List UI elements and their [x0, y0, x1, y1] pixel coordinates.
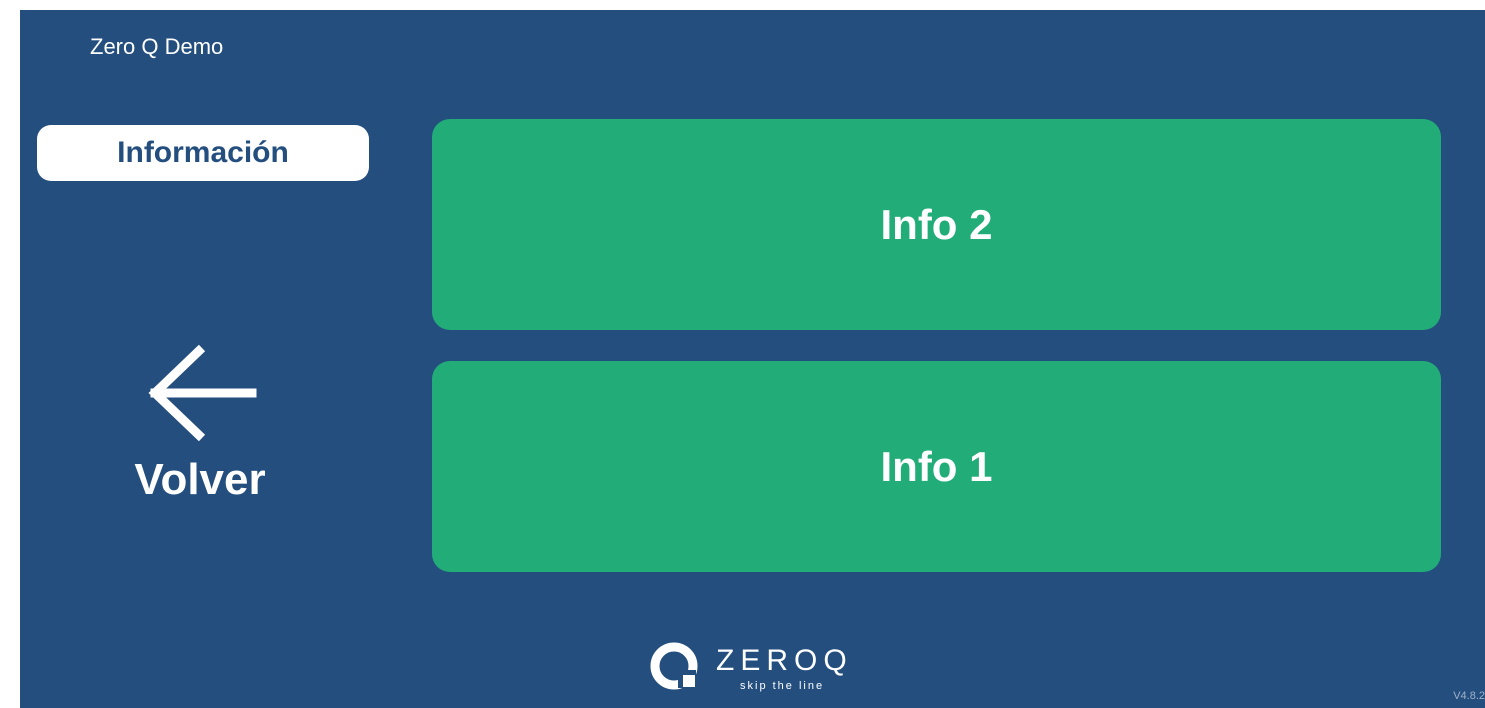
- section-tab-informacion: Información: [37, 125, 369, 181]
- info-2-button-label: Info 2: [880, 200, 993, 248]
- info-1-button-label: Info 1: [880, 442, 993, 490]
- info-2-button[interactable]: Info 2: [432, 119, 1441, 330]
- info-1-button[interactable]: Info 1: [432, 361, 1441, 572]
- version-label: V4.8.2: [1453, 690, 1485, 702]
- brand-name: ZEROQ: [716, 644, 853, 677]
- zeroq-logo-icon: [650, 642, 698, 690]
- kiosk-screen: Zero Q Demo Información Volver Info 2 In…: [20, 10, 1485, 708]
- brand-tagline: skip the line: [740, 680, 825, 692]
- back-button[interactable]: Volver: [100, 335, 300, 525]
- app-title: Zero Q Demo: [90, 34, 224, 59]
- section-tab-label: Información: [117, 136, 289, 169]
- arrow-left-icon: [148, 344, 257, 442]
- zeroq-logo: ZEROQ skip the line: [650, 642, 890, 702]
- back-button-label: Volver: [134, 455, 266, 504]
